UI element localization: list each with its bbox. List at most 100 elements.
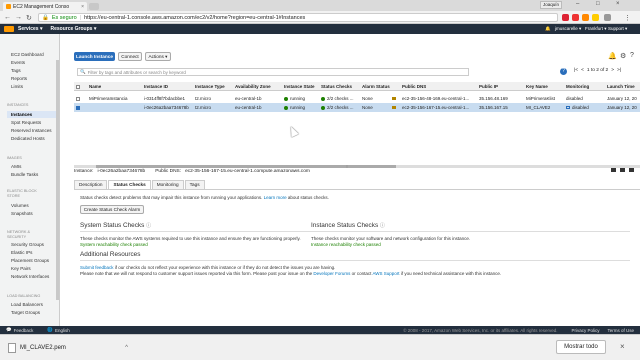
sidebar-head-network[interactable]: NETWORK & SECURITY bbox=[7, 230, 47, 240]
sidebar-item-elastic-ips[interactable]: Elastic IPs bbox=[11, 250, 32, 255]
create-alarm-button[interactable]: Create Status Check Alarm bbox=[80, 205, 144, 214]
column-header[interactable]: Instance ID bbox=[144, 82, 168, 91]
help-icon[interactable]: ? bbox=[630, 52, 634, 59]
info-icon[interactable]: ⓘ bbox=[146, 223, 151, 229]
column-header[interactable]: Public IP bbox=[479, 82, 498, 91]
sidebar-item-limits[interactable]: Limits bbox=[11, 84, 23, 89]
aws-support-link[interactable]: AWS Support bbox=[372, 271, 399, 276]
bell-icon[interactable]: 🔔 bbox=[608, 52, 617, 60]
sidebar-item-load-balancers[interactable]: Load Balancers bbox=[11, 302, 43, 307]
table-row[interactable]: MiPrimeraInstancia i-0314ff8f7bdacbbe1 t… bbox=[74, 94, 640, 103]
url-bar[interactable]: 🔒 Es seguro | https://eu-central-1.conso… bbox=[38, 13, 558, 22]
window-close-icon[interactable]: × bbox=[616, 1, 620, 7]
sidebar-item-reserved-instances[interactable]: Reserved Instances bbox=[11, 128, 52, 133]
forward-icon[interactable]: → bbox=[15, 14, 22, 21]
extension-icon[interactable] bbox=[604, 14, 611, 21]
sidebar-item-security-groups[interactable]: Security Groups bbox=[11, 242, 44, 247]
sidebar-item-instances[interactable]: Instances bbox=[11, 112, 32, 117]
download-item[interactable]: MI_CLAVE2.pem ^ bbox=[8, 341, 128, 354]
terms-link[interactable]: Terms of Use bbox=[607, 328, 634, 333]
maximize-icon[interactable]: □ bbox=[596, 1, 600, 7]
browser-tab[interactable]: EC2 Management Conso × bbox=[3, 2, 87, 11]
resource-groups-menu[interactable]: Resource Groups ▾ bbox=[50, 26, 96, 32]
support-menu[interactable]: Support ▾ bbox=[608, 26, 627, 32]
row-checkbox[interactable] bbox=[76, 105, 80, 110]
tab-description[interactable]: Description bbox=[74, 180, 108, 189]
actions-button[interactable]: Actions ▾ bbox=[145, 52, 171, 61]
profile-button[interactable]: Joaquín bbox=[540, 1, 562, 9]
next-page-icon[interactable]: > bbox=[611, 68, 614, 73]
extension-icon[interactable] bbox=[582, 14, 589, 21]
cell-checks[interactable]: 2/2 checks ... bbox=[327, 96, 354, 101]
reload-icon[interactable]: ↻ bbox=[26, 14, 32, 22]
column-header[interactable]: Public DNS bbox=[402, 82, 426, 91]
first-page-icon[interactable]: |< bbox=[574, 68, 578, 73]
tab-monitoring[interactable]: Monitoring bbox=[151, 180, 184, 189]
select-all-checkbox[interactable] bbox=[76, 84, 80, 89]
learn-more-link[interactable]: Learn more bbox=[264, 195, 287, 200]
sidebar-head-instances[interactable]: INSTANCES bbox=[7, 103, 28, 107]
bell-icon[interactable]: 🔔 bbox=[545, 26, 551, 32]
extension-icon[interactable] bbox=[592, 14, 599, 21]
footer-feedback-link[interactable]: Feedback bbox=[14, 328, 34, 333]
sidebar-item-spot-requests[interactable]: Spot Requests bbox=[11, 120, 41, 125]
sidebar-head-images[interactable]: IMAGES bbox=[7, 156, 22, 160]
sidebar-item-bundle-tasks[interactable]: Bundle Tasks bbox=[11, 172, 38, 177]
region-menu[interactable]: Frankfurt ▾ bbox=[585, 26, 607, 32]
layout-split-icon[interactable] bbox=[620, 168, 625, 172]
column-header[interactable]: Alarm Status bbox=[362, 82, 390, 91]
column-header[interactable]: Launch Time bbox=[607, 82, 635, 91]
layout-full-icon[interactable] bbox=[629, 168, 634, 172]
new-tab-button[interactable] bbox=[89, 3, 99, 10]
developer-forums-link[interactable]: Developer Forums bbox=[313, 271, 350, 276]
tab-status-checks[interactable]: Status Checks bbox=[108, 180, 151, 189]
sidebar-scrollbar[interactable] bbox=[56, 60, 59, 300]
sidebar-item-ec2-dashboard[interactable]: EC2 Dashboard bbox=[11, 52, 44, 57]
sidebar-item-dedicated-hosts[interactable]: Dedicated Hosts bbox=[11, 136, 45, 141]
column-header[interactable]: Instance Type bbox=[195, 82, 225, 91]
column-header[interactable]: Key Name bbox=[526, 82, 548, 91]
language-selector[interactable]: English bbox=[55, 328, 70, 333]
prev-page-icon[interactable]: < bbox=[581, 68, 584, 73]
column-header[interactable]: Availability Zone bbox=[235, 82, 271, 91]
settings-icon[interactable]: ⚙ bbox=[620, 52, 626, 60]
column-header[interactable]: Instance State bbox=[284, 82, 315, 91]
minimize-icon[interactable]: – bbox=[576, 1, 579, 7]
sidebar-item-reports[interactable]: Reports bbox=[11, 76, 27, 81]
column-header[interactable]: Status Checks bbox=[321, 82, 352, 91]
browser-menu-icon[interactable]: ⋮ bbox=[624, 14, 631, 22]
user-menu[interactable]: jmuscarelle ▾ bbox=[555, 26, 581, 32]
tab-close-icon[interactable]: × bbox=[81, 4, 84, 10]
chevron-up-icon[interactable]: ^ bbox=[125, 345, 128, 351]
sidebar-item-placement-groups[interactable]: Placement Groups bbox=[11, 258, 49, 263]
table-row[interactable]: i-0ec26a2baa734678b t2.micro eu-central-… bbox=[74, 103, 640, 112]
sidebar-head-ebs[interactable]: ELASTIC BLOCK STORE bbox=[7, 189, 47, 199]
layout-bottom-icon[interactable] bbox=[611, 168, 616, 172]
close-downloads-icon[interactable]: × bbox=[620, 342, 625, 351]
privacy-link[interactable]: Privacy Policy bbox=[571, 328, 599, 333]
back-icon[interactable]: ← bbox=[4, 14, 11, 21]
sidebar-item-amis[interactable]: AMIs bbox=[11, 164, 21, 169]
info-icon[interactable]: ⓘ bbox=[380, 223, 385, 229]
row-checkbox[interactable] bbox=[76, 96, 80, 101]
sidebar-item-tags[interactable]: Tags bbox=[11, 68, 21, 73]
services-menu[interactable]: Services ▾ bbox=[18, 26, 42, 32]
last-page-icon[interactable]: >| bbox=[617, 68, 621, 73]
sidebar-item-volumes[interactable]: Volumes bbox=[11, 203, 29, 208]
sidebar-item-key-pairs[interactable]: Key Pairs bbox=[11, 266, 31, 271]
sidebar-item-network-interfaces[interactable]: Network Interfaces bbox=[11, 274, 49, 279]
extension-icon[interactable] bbox=[572, 14, 579, 21]
aws-logo-icon[interactable] bbox=[4, 26, 14, 32]
column-header[interactable]: Monitoring bbox=[566, 82, 589, 91]
connect-button[interactable]: Connect bbox=[118, 52, 142, 61]
filter-input[interactable]: 🔍 Filter by tags and attributes or searc… bbox=[77, 68, 469, 76]
launch-instance-button[interactable]: Launch Instance bbox=[74, 52, 115, 61]
extension-icon[interactable] bbox=[562, 14, 569, 21]
cell-checks[interactable]: 2/2 checks ... bbox=[327, 105, 354, 110]
sidebar-item-events[interactable]: Events bbox=[11, 60, 25, 65]
sidebar-head-load-balancing[interactable]: LOAD BALANCING bbox=[7, 294, 40, 298]
sidebar-item-snapshots[interactable]: Snapshots bbox=[11, 211, 33, 216]
submit-feedback-link[interactable]: Submit feedback bbox=[80, 265, 114, 270]
filter-help-icon[interactable]: ? bbox=[560, 68, 567, 75]
alarm-bell-icon[interactable] bbox=[392, 97, 396, 101]
